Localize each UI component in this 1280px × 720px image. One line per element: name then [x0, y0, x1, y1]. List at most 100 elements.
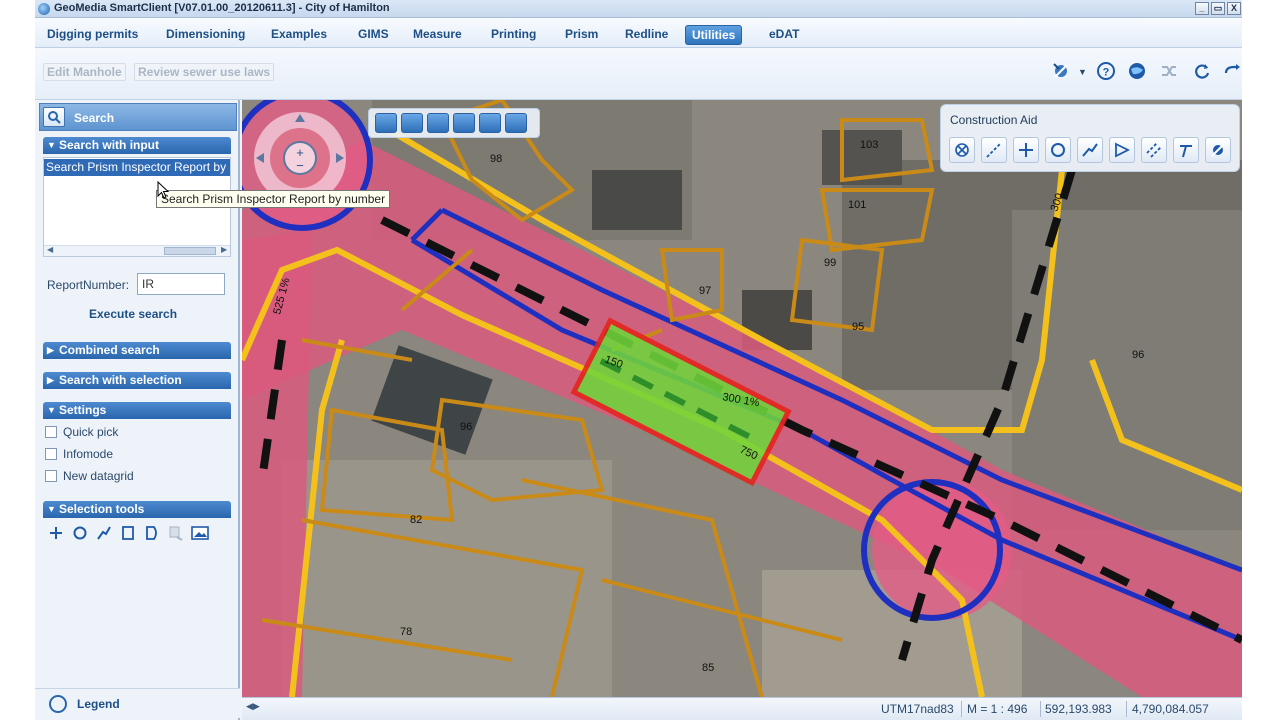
selection-tools-header[interactable]: ▼ Selection tools — [43, 501, 231, 518]
tab-measure[interactable]: Measure — [407, 25, 468, 45]
dropdown-caret-icon[interactable]: ▼ — [1078, 67, 1087, 77]
refresh-icon[interactable] — [1190, 59, 1214, 83]
tab-gims[interactable]: GIMS — [352, 25, 395, 45]
globe-icon[interactable] — [1125, 59, 1149, 83]
app-icon — [38, 3, 50, 15]
tab-printing[interactable]: Printing — [485, 25, 542, 45]
scroll-right-icon[interactable]: ▶ — [221, 245, 227, 254]
search-with-selection-header[interactable]: ▶ Search with selection — [43, 372, 231, 389]
point-icon[interactable] — [1013, 137, 1039, 163]
expand-caret-icon: ▶ — [47, 375, 54, 385]
maximize-button[interactable]: ▭ — [1211, 2, 1225, 15]
horizontal-scrollbar[interactable]: ◀ ▶ — [44, 245, 230, 256]
app-window: GeoMedia SmartClient [V07.01.00_20120611… — [35, 0, 1242, 720]
map-view[interactable]: 98 103 101 99 97 95 96 96 82 78 85 150 3… — [242, 100, 1242, 697]
search-header[interactable]: Search — [39, 103, 237, 131]
selection-toolbar — [47, 524, 217, 544]
zoom-in-icon[interactable] — [427, 113, 449, 133]
left-margin — [0, 0, 35, 720]
measure-line-icon[interactable] — [981, 137, 1007, 163]
tab-utilities[interactable]: Utilities — [685, 25, 743, 45]
divider — [1126, 701, 1127, 717]
scroll-left-icon[interactable]: ◀ — [47, 245, 53, 254]
title-bar: GeoMedia SmartClient [V07.01.00_20120611… — [35, 0, 1242, 18]
redo-icon[interactable] — [1220, 59, 1242, 83]
point-select-icon[interactable] — [47, 524, 65, 542]
legend-bar[interactable]: Legend — [35, 688, 240, 718]
close-button[interactable]: X — [1227, 2, 1241, 15]
list-item[interactable]: Search Prism Inspector Report by — [44, 159, 230, 176]
settings-tool-icon[interactable] — [1205, 137, 1231, 163]
lot-label: 85 — [702, 662, 714, 674]
checkbox[interactable] — [45, 426, 57, 438]
map-nav-arrows-icon[interactable]: ◀▶ — [246, 701, 260, 712]
map-tools-icon[interactable] — [1049, 59, 1073, 83]
image-select-icon[interactable] — [191, 524, 209, 542]
infomode-option[interactable]: Infomode — [45, 447, 113, 461]
lot-label: 96 — [1132, 349, 1144, 361]
scroll-thumb[interactable] — [164, 247, 216, 255]
window-title: GeoMedia SmartClient [V07.01.00_20120611… — [54, 2, 390, 14]
svg-text:−: − — [296, 158, 304, 173]
clear-selection-icon[interactable] — [167, 524, 185, 542]
menu-tabs: Digging permits Dimensioning Examples GI… — [35, 18, 1242, 48]
tab-dimensioning[interactable]: Dimensioning — [160, 25, 251, 45]
zoom-previous-icon[interactable] — [505, 113, 527, 133]
construction-aid-panel: Construction Aid — [940, 104, 1240, 172]
tab-prism[interactable]: Prism — [559, 25, 604, 45]
expand-caret-icon: ▶ — [47, 345, 54, 355]
right-margin — [1242, 0, 1280, 720]
lot-label: 101 — [848, 199, 866, 211]
circle-select-icon[interactable] — [71, 524, 89, 542]
report-number-input[interactable] — [137, 273, 225, 295]
option-label: Quick pick — [63, 425, 119, 439]
legend-label: Legend — [77, 697, 120, 711]
status-bar: ◀▶ UTM17nad83 M = 1 : 496 592,193.983 4,… — [242, 697, 1242, 720]
execute-search-button[interactable]: Execute search — [89, 307, 177, 321]
perpendicular-icon[interactable] — [1173, 137, 1199, 163]
help-icon[interactable]: ? — [1094, 59, 1118, 83]
legend-icon — [49, 695, 67, 713]
lot-label: 103 — [860, 139, 878, 151]
collapse-caret-icon: ▼ — [47, 405, 56, 415]
mouse-cursor-icon — [157, 181, 169, 199]
search-with-input-header[interactable]: ▼ Search with input — [43, 137, 231, 154]
section-label: Search with selection — [59, 373, 182, 387]
snap-off-icon[interactable] — [949, 137, 975, 163]
zoom-window-icon[interactable] — [401, 113, 423, 133]
tab-examples[interactable]: Examples — [265, 25, 333, 45]
zoom-out-icon[interactable] — [453, 113, 475, 133]
edit-manhole-button[interactable]: Edit Manhole — [43, 63, 126, 81]
review-sewer-button[interactable]: Review sewer use laws — [134, 63, 275, 81]
shuffle-icon[interactable] — [1157, 59, 1181, 83]
pan-icon[interactable] — [375, 113, 397, 133]
divider — [961, 701, 962, 717]
tab-redline[interactable]: Redline — [619, 25, 674, 45]
parallel-icon[interactable] — [1141, 137, 1167, 163]
minimize-button[interactable]: _ — [1195, 2, 1209, 15]
lot-label: 99 — [824, 257, 836, 269]
new-datagrid-option[interactable]: New datagrid — [45, 469, 134, 483]
polygon-select-icon[interactable] — [143, 524, 161, 542]
option-label: New datagrid — [63, 469, 134, 483]
section-label: Settings — [59, 403, 107, 417]
area-icon[interactable] — [1109, 137, 1135, 163]
settings-header[interactable]: ▼ Settings — [43, 402, 231, 419]
tab-edat[interactable]: eDAT — [763, 25, 805, 45]
collapse-caret-icon: ▼ — [47, 504, 56, 514]
zoom-extent-icon[interactable] — [479, 113, 501, 133]
combined-search-header[interactable]: ▶ Combined search — [43, 342, 231, 359]
polyline-icon[interactable] — [1077, 137, 1103, 163]
circle-icon[interactable] — [1045, 137, 1071, 163]
y-coordinate: 4,790,084.057 — [1132, 702, 1209, 716]
line-select-icon[interactable] — [95, 524, 113, 542]
magnifier-icon — [43, 107, 65, 127]
checkbox[interactable] — [45, 470, 57, 482]
checkbox[interactable] — [45, 448, 57, 460]
tab-digging-permits[interactable]: Digging permits — [41, 25, 144, 45]
quick-pick-option[interactable]: Quick pick — [45, 425, 118, 439]
crs-label: UTM17nad83 — [881, 702, 954, 716]
section-label: Search with input — [59, 138, 160, 152]
rectangle-select-icon[interactable] — [119, 524, 137, 542]
map-canvas[interactable]: 98 103 101 99 97 95 96 96 82 78 85 150 3… — [242, 100, 1242, 697]
